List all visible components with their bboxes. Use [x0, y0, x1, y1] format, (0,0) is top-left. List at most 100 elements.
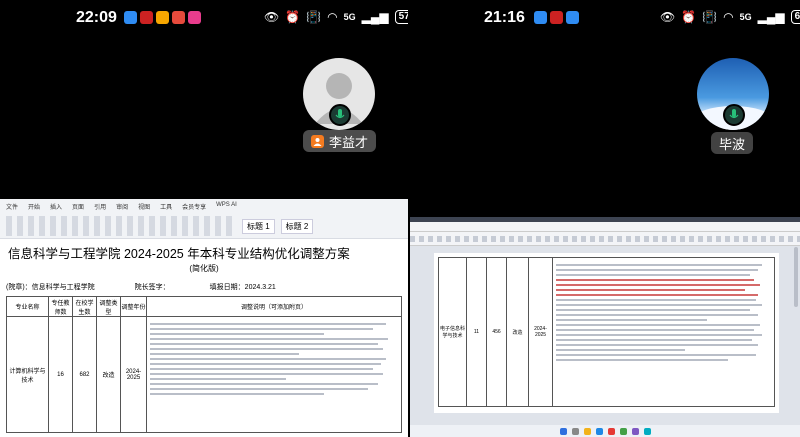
document-page: 信息科学与工程学院 2024-2025 年本科专业结构优化调整方案 (简化版) …	[0, 239, 408, 437]
description-text-block	[556, 264, 771, 361]
vertical-scrollbar[interactable]	[794, 247, 798, 307]
app-notification-icon	[156, 11, 169, 24]
battery-indicator: 57	[394, 10, 408, 24]
style-heading-2[interactable]: 标题 2	[280, 218, 314, 234]
clock: 22:09	[76, 9, 117, 26]
document-subtitle: (简化版)	[189, 264, 219, 273]
document-title: 信息科学与工程学院 2024-2025 年本科专业结构优化调整方案	[8, 247, 350, 261]
formatting-tools[interactable]	[6, 216, 236, 236]
description-text-block	[150, 323, 398, 395]
description-cell	[552, 257, 775, 407]
document-toolbar[interactable]	[410, 232, 800, 246]
menu-item[interactable]: 审阅	[116, 202, 128, 211]
wifi-icon: ◠	[723, 10, 734, 24]
wifi-icon: ◠	[327, 10, 338, 24]
table-header-row: 专业名称 专任教师数 在校学生数 调整类型 调整年份 调整说明（可添加附页）	[6, 296, 402, 317]
adjustment-table: 专业名称 专任教师数 在校学生数 调整类型 调整年份 调整说明（可添加附页） 计…	[6, 296, 402, 433]
participant-name: 李益才	[329, 134, 369, 150]
shared-document-window: 文件 开始 插入 页面 引用 审阅 视图 工具 会员专享 WPS AI 标题 1…	[0, 199, 408, 437]
right-phone-screen: 21:16 👁 ⏰ 📳 ◠ 5G ▂▄▆ 67 毕波	[410, 0, 800, 437]
network-label: 5G	[343, 12, 356, 22]
status-bar: 21:16 👁 ⏰ 📳 ◠ 5G ▂▄▆ 67	[410, 0, 800, 34]
menu-item[interactable]: WPS AI	[216, 202, 237, 211]
ribbon-menu: 文件 开始 插入 页面 引用 审阅 视图 工具 会员专享 WPS AI	[0, 199, 408, 214]
app-icon[interactable]	[631, 427, 639, 435]
eye-icon: 👁	[660, 10, 676, 24]
left-phone-screen: 22:09 👁 ⏰ 📳 ◠ 5G ▂▄▆ 57 李益才 文件 开始 插入 页面 …	[0, 0, 408, 437]
wechat-icon[interactable]	[619, 427, 627, 435]
style-heading-1[interactable]: 标题 1	[242, 218, 275, 234]
system-icons: 👁 ⏰ 📳 ◠ 5G ▂▄▆ 57	[264, 10, 408, 24]
menu-item[interactable]: 引用	[94, 202, 106, 211]
participant-name-badge: 李益才	[303, 130, 377, 152]
menu-item[interactable]: 工具	[160, 202, 172, 211]
year-cell: 2024-2025	[120, 316, 147, 433]
app-notification-icon	[124, 11, 137, 24]
vibrate-icon: 📳	[702, 10, 718, 24]
menu-item[interactable]: 插入	[50, 202, 62, 211]
document-page: 电子信息科学与技术 11 456 改造 2024-2025	[434, 253, 779, 413]
menu-item[interactable]: 文件	[6, 202, 18, 211]
alarm-off-icon: ⏰	[285, 10, 301, 24]
participant-name: 毕波	[719, 136, 746, 152]
folder-icon[interactable]	[583, 427, 591, 435]
ribbon-menu	[410, 222, 800, 232]
search-icon[interactable]	[571, 427, 579, 435]
document-meta: (院章)：信息科学与工程学院 院长签字： 填报日期：2024.3.21	[6, 282, 402, 292]
menu-item[interactable]: 开始	[28, 202, 40, 211]
mic-icon	[329, 104, 351, 126]
clock: 21:16	[484, 9, 525, 26]
app-notification-icon	[566, 11, 579, 24]
column-header: 专业名称	[6, 296, 49, 317]
shared-desktop-window: 电子信息科学与技术 11 456 改造 2024-2025	[410, 217, 800, 437]
menu-item[interactable]: 页面	[72, 202, 84, 211]
app-notification-icon	[188, 11, 201, 24]
signal-icon: ▂▄▆	[757, 10, 785, 24]
adjustment-table: 电子信息科学与技术 11 456 改造 2024-2025	[438, 257, 775, 407]
column-header: 调整年份	[120, 296, 147, 317]
column-header: 在校学生数	[72, 296, 97, 317]
table-row: 电子信息科学与技术 11 456 改造 2024-2025	[438, 257, 775, 407]
notification-icons	[124, 11, 201, 24]
app-icon[interactable]	[643, 427, 651, 435]
students-cell: 682	[72, 316, 97, 433]
app-notification-icon	[534, 11, 547, 24]
status-bar: 22:09 👁 ⏰ 📳 ◠ 5G ▂▄▆ 57	[0, 0, 408, 34]
ribbon-tools: 标题 1 标题 2	[0, 214, 408, 238]
description-cell	[146, 316, 402, 433]
start-icon[interactable]	[559, 427, 567, 435]
menu-item[interactable]: 会员专享	[182, 202, 206, 211]
type-cell: 改造	[96, 316, 121, 433]
app-notification-icon	[172, 11, 185, 24]
network-label: 5G	[739, 12, 752, 22]
participant-name-badge: 毕波	[711, 132, 754, 154]
year-cell: 2024-2025	[528, 257, 553, 407]
date-label: 填报日期：2024.3.21	[209, 284, 276, 291]
teachers-cell: 16	[48, 316, 73, 433]
department-label: (院章)：信息科学与工程学院	[6, 284, 95, 291]
column-header: 专任教师数	[48, 296, 73, 317]
table-row: 计算机科学与技术 16 682 改造 2024-2025	[6, 316, 402, 433]
wps-icon[interactable]	[607, 427, 615, 435]
vibrate-icon: 📳	[306, 10, 322, 24]
major-name-cell: 电子信息科学与技术	[438, 257, 467, 407]
mic-icon	[723, 104, 745, 126]
signal-icon: ▂▄▆	[361, 10, 389, 24]
alarm-off-icon: ⏰	[681, 10, 697, 24]
column-header: 调整说明（可添加附页）	[146, 296, 402, 317]
column-header: 调整类型	[96, 296, 121, 317]
major-name-cell: 计算机科学与技术	[6, 316, 49, 433]
document-toolbar: 文件 开始 插入 页面 引用 审阅 视图 工具 会员专享 WPS AI 标题 1…	[0, 199, 408, 239]
teachers-cell: 11	[466, 257, 487, 407]
host-user-icon	[311, 134, 324, 148]
system-icons: 👁 ⏰ 📳 ◠ 5G ▂▄▆ 67	[660, 10, 800, 24]
app-notification-icon	[550, 11, 563, 24]
menu-item[interactable]: 视图	[138, 202, 150, 211]
notification-icons	[534, 11, 579, 24]
windows-taskbar	[410, 425, 800, 437]
eye-icon: 👁	[264, 10, 280, 24]
browser-icon[interactable]	[595, 427, 603, 435]
battery-indicator: 67	[790, 10, 800, 24]
students-cell: 456	[486, 257, 507, 407]
type-cell: 改造	[506, 257, 529, 407]
